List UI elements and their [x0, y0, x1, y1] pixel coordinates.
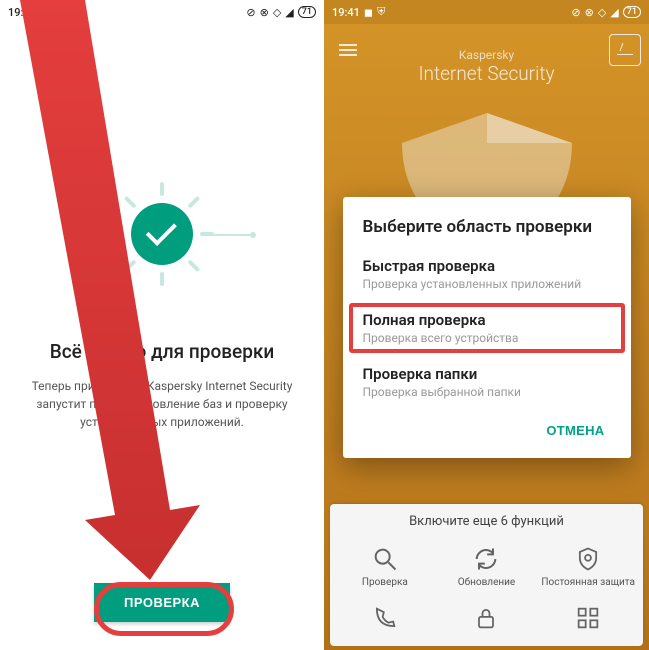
dialog-overlay: Выберите область проверки Быстрая провер…	[324, 24, 649, 650]
option-sub: Проверка установленных приложений	[363, 277, 611, 291]
signal-icon: ◢	[285, 6, 293, 19]
option-full-scan[interactable]: Полная проверка Проверка всего устройств…	[343, 301, 631, 355]
shield-status-icon: ⛨	[377, 5, 385, 19]
wifi-icon: ◇	[598, 6, 606, 19]
status-bar: 19:41 ◼ ⛨ ⊘ ⊗ ◇ ◢ 71	[324, 0, 649, 24]
ready-title: Всё готово для проверки	[50, 340, 275, 363]
status-battery: 71	[298, 6, 316, 18]
status-battery: 71	[623, 6, 641, 18]
dialog-title: Выберите область проверки	[343, 217, 631, 247]
notification-icon: ◼	[364, 6, 373, 19]
alarm-icon: ⊘	[246, 6, 255, 19]
status-time: 19:41	[8, 6, 36, 19]
wifi-icon: ◇	[273, 6, 281, 19]
ready-illustration	[82, 154, 242, 314]
option-folder-scan[interactable]: Проверка папки Проверка выбранной папки	[343, 355, 631, 409]
cancel-button[interactable]: ОТМЕНА	[536, 415, 614, 446]
option-sub: Проверка выбранной папки	[363, 385, 611, 399]
scan-scope-dialog: Выберите область проверки Быстрая провер…	[343, 197, 631, 458]
alarm-icon: ⊘	[571, 6, 580, 19]
option-title: Проверка папки	[363, 365, 611, 383]
dnd-icon: ⊗	[260, 6, 269, 19]
option-title: Быстрая проверка	[363, 257, 611, 275]
option-title: Полная проверка	[363, 311, 611, 329]
checkmark-icon	[131, 203, 193, 265]
dnd-icon: ⊗	[585, 6, 594, 19]
notification-icon: ◼	[40, 6, 49, 19]
option-sub: Проверка всего устройства	[363, 331, 611, 345]
annotation-highlight-scan	[94, 582, 234, 636]
signal-icon: ◢	[610, 6, 618, 19]
option-quick-scan[interactable]: Быстрая проверка Проверка установленных …	[343, 247, 631, 301]
screen-ready: 19:41 ◼ ⊘ ⊗ ◇ ◢ 71 Всё готово для провер…	[0, 0, 324, 650]
status-time: 19:41	[332, 6, 360, 19]
status-bar: 19:41 ◼ ⊘ ⊗ ◇ ◢ 71	[0, 0, 324, 24]
ready-subtitle: Теперь приложение Kaspersky Internet Sec…	[24, 377, 300, 431]
screen-scan-dialog: 19:41 ◼ ⛨ ⊘ ⊗ ◇ ◢ 71 Kaspersky Internet …	[324, 0, 649, 650]
